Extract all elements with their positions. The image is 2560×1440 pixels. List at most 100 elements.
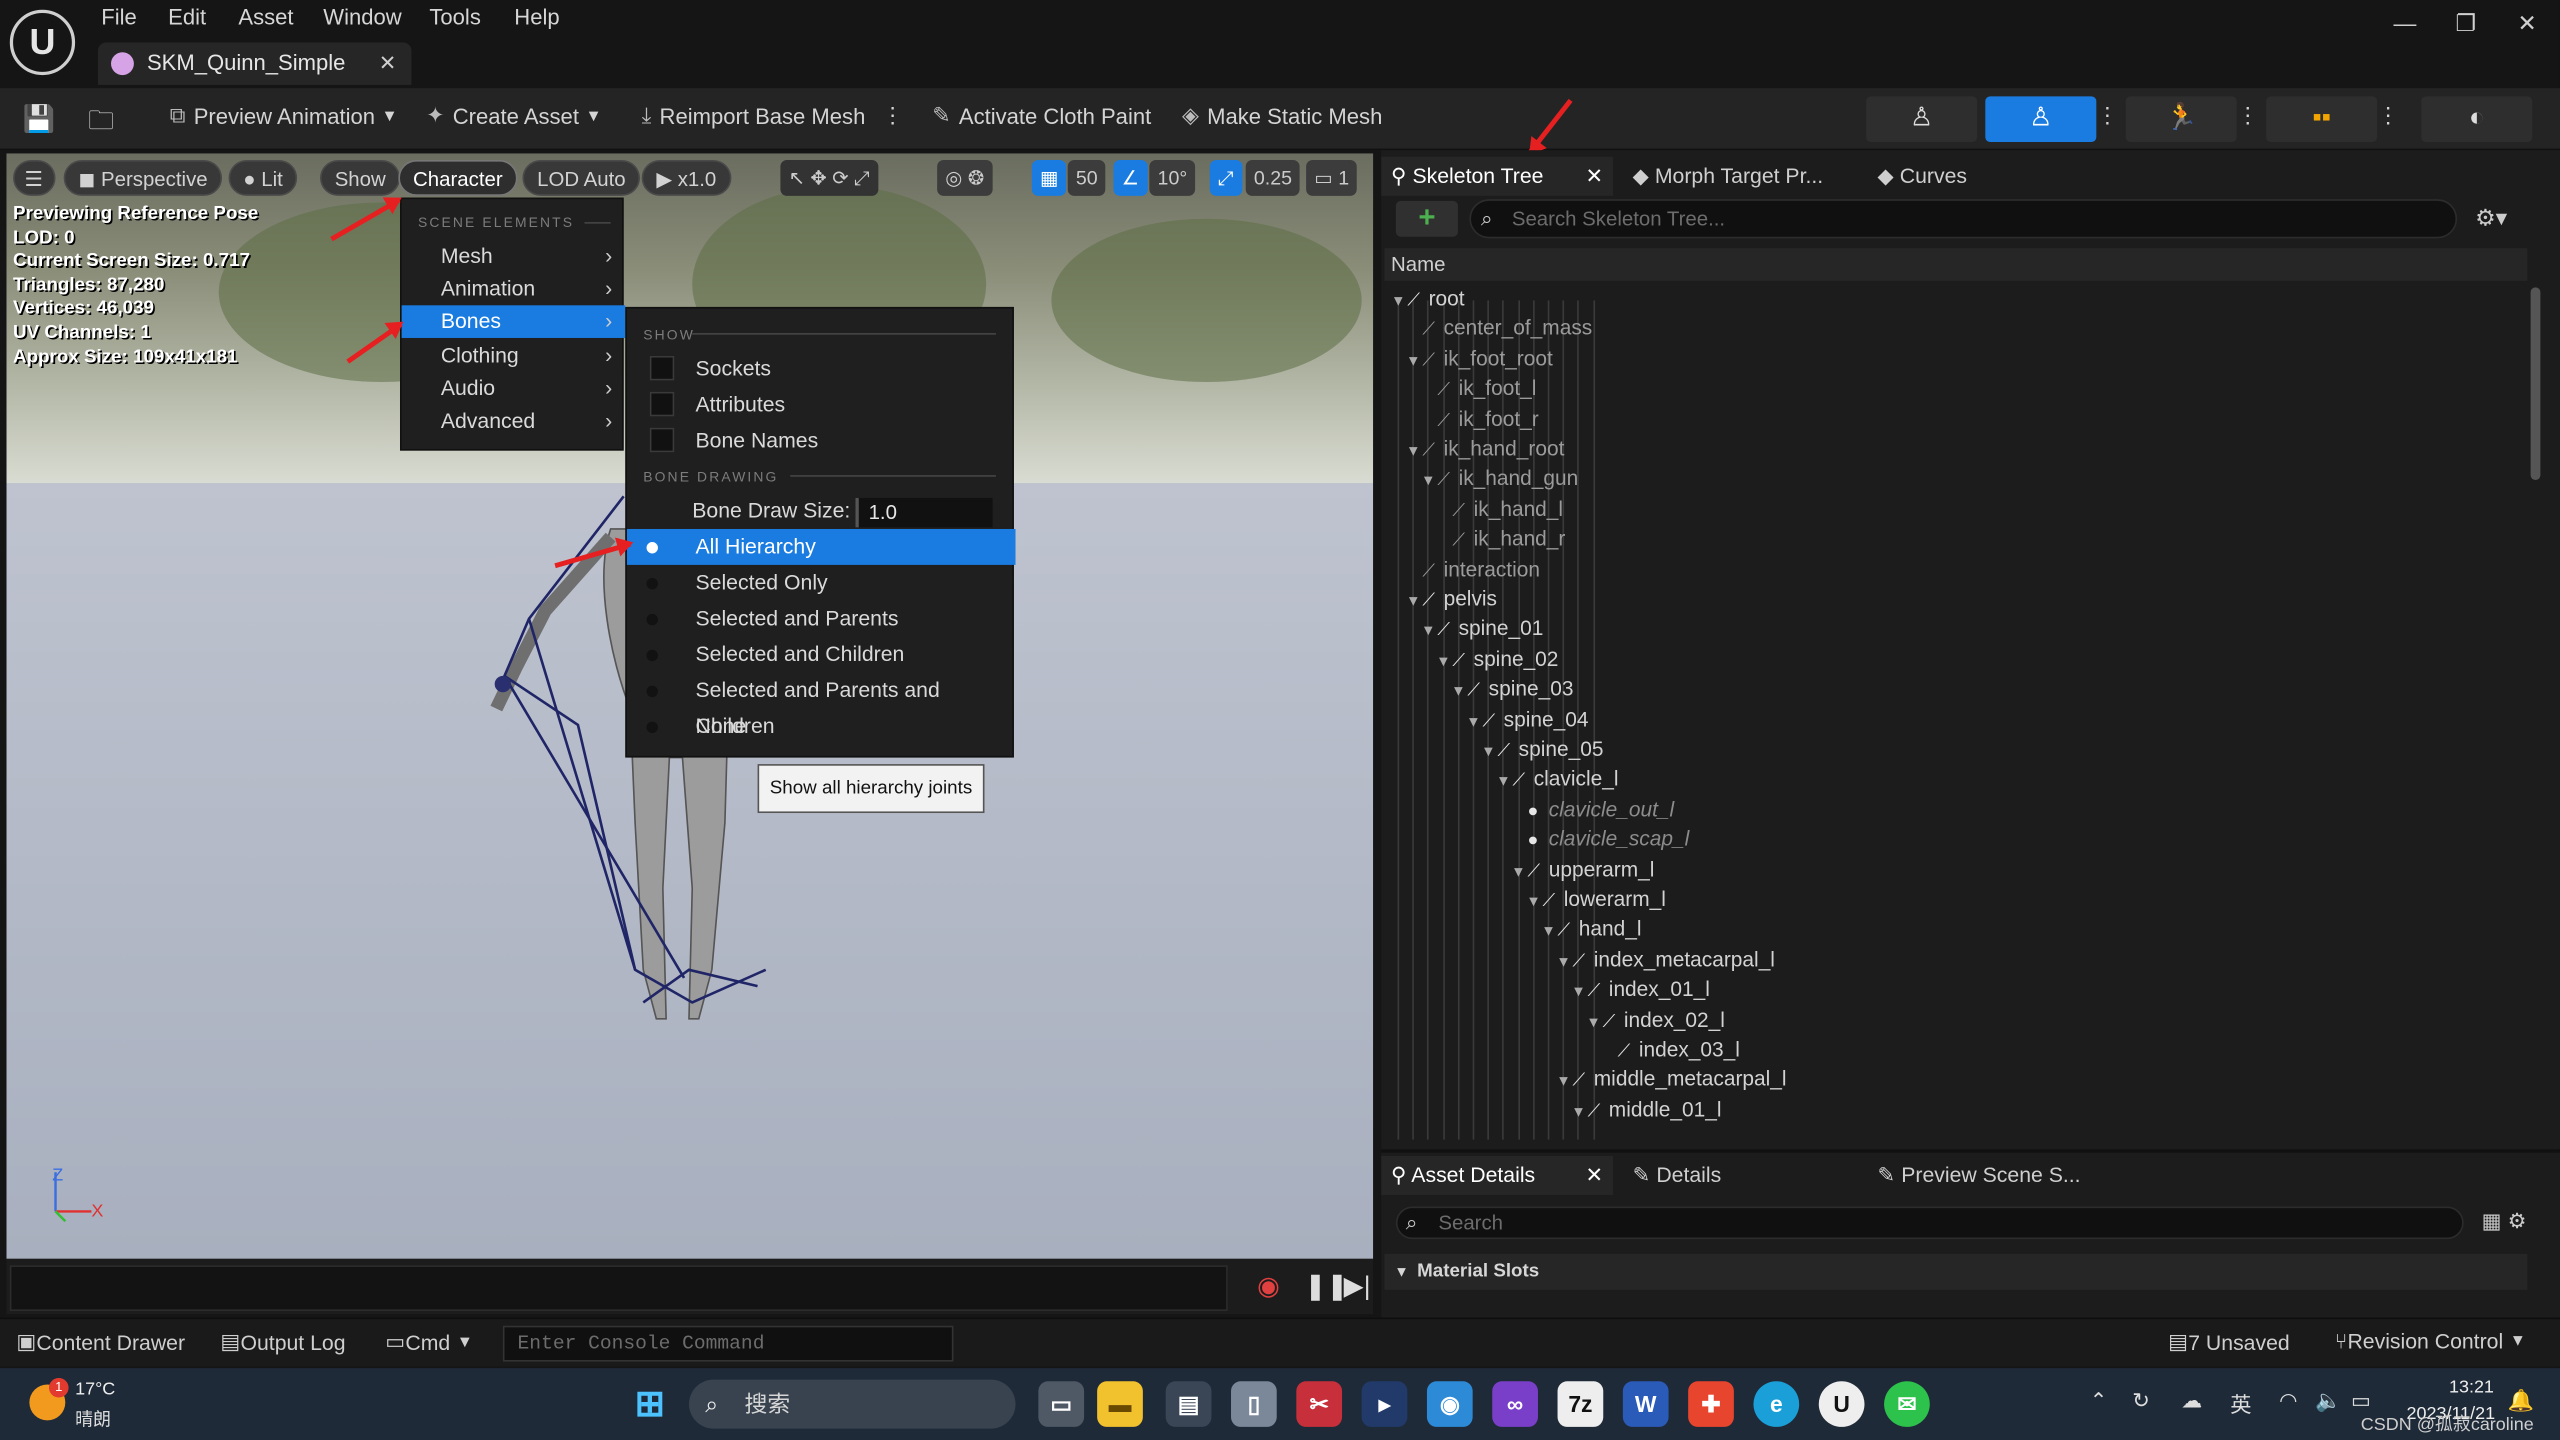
menu-item-advanced[interactable]: Advanced › bbox=[402, 405, 626, 438]
word-icon[interactable]: W bbox=[1622, 1381, 1669, 1427]
terminal-app-icon[interactable]: ▸ bbox=[1361, 1381, 1408, 1427]
visual-studio-icon[interactable]: ∞ bbox=[1492, 1381, 1538, 1427]
bone-row[interactable]: ▼ ⟋ pelvis bbox=[1406, 584, 1497, 614]
preview-animation-button[interactable]: ⧉ Preview Animation ▼ bbox=[170, 103, 398, 129]
bone-row[interactable]: ▼ ⟋ clavicle_l bbox=[1496, 765, 1618, 795]
bone-row[interactable]: ▼ ⟋ upperarm_l bbox=[1511, 855, 1654, 885]
menu-window[interactable]: Window bbox=[323, 5, 401, 29]
expand-arrow-icon[interactable]: ▼ bbox=[1571, 977, 1587, 1007]
expand-arrow-icon[interactable]: ▼ bbox=[1436, 646, 1452, 676]
expand-arrow-icon[interactable]: ▼ bbox=[1541, 917, 1557, 947]
tab-preview-scene[interactable]: ✎ Preview Scene S... bbox=[1871, 1156, 2100, 1195]
name-column-header[interactable]: Name bbox=[1384, 248, 2528, 281]
menu-file[interactable]: File bbox=[101, 5, 137, 29]
file-explorer-icon[interactable]: ▬ bbox=[1097, 1381, 1143, 1427]
wechat-icon[interactable]: ✉ bbox=[1884, 1381, 1930, 1427]
bone-names-checkbox[interactable]: Bone Names bbox=[627, 423, 1016, 459]
settings-gear-icon[interactable]: ⚙▾ bbox=[2475, 204, 2507, 232]
grid-snap-icon[interactable]: ▦ bbox=[1031, 159, 1067, 196]
make-static-mesh-button[interactable]: ◈ Make Static Mesh bbox=[1182, 103, 1382, 129]
expand-arrow-icon[interactable]: ▼ bbox=[1571, 1097, 1587, 1127]
scale-snap-icon[interactable]: ⤢ bbox=[1209, 159, 1242, 196]
ime-lang[interactable]: 英 bbox=[2230, 1388, 2251, 1419]
camera-speed-button[interactable]: ▭ 1 bbox=[1306, 159, 1358, 196]
camera-tools-icon[interactable]: ◎ ❂ bbox=[937, 159, 993, 196]
show-button[interactable]: Show bbox=[319, 159, 401, 196]
details-search-input[interactable]: ⌕ Search bbox=[1395, 1206, 2464, 1240]
browse-icon[interactable]: 🗀 bbox=[88, 103, 114, 147]
edge-browser-icon[interactable]: e bbox=[1753, 1381, 1800, 1427]
menu-help[interactable]: Help bbox=[514, 5, 559, 29]
unreal-logo-icon[interactable]: U bbox=[9, 9, 76, 76]
bone-row[interactable]: ⟋ interaction bbox=[1406, 554, 1540, 584]
volume-icon[interactable]: 🔈 bbox=[2315, 1388, 2341, 1414]
tab-details[interactable]: ✎ Details bbox=[1626, 1156, 1822, 1195]
bone-row[interactable]: ⟋ ik_foot_l bbox=[1421, 374, 1536, 404]
skeleton-mode-button[interactable]: ♙ bbox=[1866, 96, 1978, 143]
create-asset-button[interactable]: ✦ Create Asset ▼ bbox=[426, 103, 602, 129]
expand-arrow-icon[interactable]: ▼ bbox=[1451, 676, 1467, 706]
close-window-icon[interactable]: ✕ bbox=[2518, 10, 2537, 38]
expand-arrow-icon[interactable]: ▼ bbox=[1556, 1067, 1572, 1097]
bone-row[interactable]: ▼ ⟋ spine_02 bbox=[1436, 645, 1558, 675]
bone-row[interactable]: ▼ ⟋ spine_01 bbox=[1421, 615, 1543, 645]
skeleton-search-input[interactable]: ⌕ Search Skeleton Tree... bbox=[1469, 199, 2458, 239]
bone-row[interactable]: ▼ ⟋ spine_04 bbox=[1466, 705, 1588, 735]
bone-row[interactable]: ● clavicle_scap_l bbox=[1511, 825, 1689, 855]
bone-row[interactable]: ▼ ⟋ hand_l bbox=[1541, 915, 1641, 945]
option-selected-and-parents[interactable]: Selected and Parents bbox=[627, 601, 1016, 637]
restore-icon[interactable]: ❐ bbox=[2456, 10, 2477, 38]
revision-control-button[interactable]: ⑂ Revision Control ▼ bbox=[2335, 1329, 2526, 1353]
more-options-icon[interactable]: ⋮ bbox=[2237, 103, 2259, 129]
bone-row[interactable]: ▼ ⟋ spine_05 bbox=[1481, 735, 1603, 765]
bone-row[interactable]: ● clavicle_out_l bbox=[1511, 795, 1674, 825]
pause-icon[interactable]: ❚❚ bbox=[1304, 1270, 1348, 1303]
bone-draw-size-input[interactable]: 1.0 bbox=[855, 497, 993, 528]
snip-tool-icon[interactable]: ✂ bbox=[1296, 1381, 1343, 1427]
cloth-paint-button[interactable]: ✎ Activate Cloth Paint bbox=[932, 103, 1151, 129]
bone-row[interactable]: ⟋ ik_hand_r bbox=[1436, 524, 1565, 554]
task-view-icon[interactable]: ▭ bbox=[1038, 1381, 1085, 1427]
expand-arrow-icon[interactable]: ▼ bbox=[1526, 887, 1542, 917]
tab-morph-target[interactable]: ◆ Morph Target Pr... bbox=[1626, 157, 1855, 196]
bin-icon[interactable]: ▯ bbox=[1231, 1381, 1277, 1427]
sockets-checkbox[interactable]: Sockets bbox=[627, 351, 1016, 387]
7zip-icon[interactable]: 7z bbox=[1557, 1381, 1604, 1427]
perspective-button[interactable]: ◼ Perspective bbox=[63, 159, 223, 196]
expand-arrow-icon[interactable]: ▼ bbox=[1421, 616, 1437, 646]
tab-asset-details[interactable]: ⚲ Asset Details ✕ bbox=[1381, 1155, 1614, 1196]
minimize-icon[interactable]: — bbox=[2393, 10, 2416, 36]
unreal-engine-taskbar-icon[interactable]: U bbox=[1818, 1381, 1865, 1427]
option-selected-only[interactable]: Selected Only bbox=[627, 565, 1016, 601]
bone-row[interactable]: ⟋ index_03_l bbox=[1601, 1035, 1740, 1065]
menu-item-mesh[interactable]: Mesh › bbox=[402, 240, 626, 273]
bone-row[interactable]: ▼ ⟋ ik_hand_root bbox=[1406, 434, 1564, 464]
unsaved-button[interactable]: ▤ 7 Unsaved bbox=[2168, 1329, 2290, 1355]
character-button[interactable]: Character bbox=[398, 159, 518, 196]
physics-mode-button[interactable]: ◐ bbox=[2421, 96, 2533, 143]
lit-button[interactable]: ● Lit bbox=[228, 159, 298, 196]
option-none[interactable]: None bbox=[627, 709, 1016, 745]
menu-item-bones[interactable]: Bones › bbox=[401, 305, 626, 338]
rotation-snap-value[interactable]: 10° bbox=[1149, 159, 1196, 196]
bone-row[interactable]: ▼ ⟋ ik_hand_gun bbox=[1421, 464, 1578, 494]
more-options-icon[interactable]: ⋮ bbox=[882, 103, 904, 129]
grid-snap-value[interactable]: 50 bbox=[1067, 159, 1106, 196]
expand-arrow-icon[interactable]: ▼ bbox=[1481, 736, 1497, 766]
scale-snap-value[interactable]: 0.25 bbox=[1245, 159, 1301, 196]
taskbar-search[interactable]: ⌕ 搜索 bbox=[688, 1379, 1016, 1429]
save-icon[interactable]: 💾 bbox=[23, 103, 56, 136]
step-forward-icon[interactable]: ▶| bbox=[1344, 1270, 1371, 1303]
close-tab-icon[interactable]: ✕ bbox=[1585, 157, 1603, 196]
content-drawer-button[interactable]: ▣ Content Drawer bbox=[16, 1329, 185, 1355]
expand-arrow-icon[interactable]: ▼ bbox=[1391, 286, 1407, 316]
expand-arrow-icon[interactable]: ▼ bbox=[1421, 466, 1437, 496]
rotation-snap-icon[interactable]: ∠ bbox=[1113, 159, 1148, 196]
tab-asset[interactable]: SKM_Quinn_Simple ✕ bbox=[97, 42, 412, 85]
bone-row[interactable]: ▼ ⟋ middle_01_l bbox=[1571, 1095, 1721, 1125]
close-tab-icon[interactable]: ✕ bbox=[379, 51, 397, 77]
bone-row[interactable]: ▼ ⟋ ik_foot_root bbox=[1406, 344, 1553, 374]
table-view-icon[interactable]: ▦ ⚙ bbox=[2482, 1208, 2527, 1234]
play-rate-button[interactable]: ▶ x1.0 bbox=[641, 159, 731, 196]
menu-edit[interactable]: Edit bbox=[168, 5, 206, 29]
